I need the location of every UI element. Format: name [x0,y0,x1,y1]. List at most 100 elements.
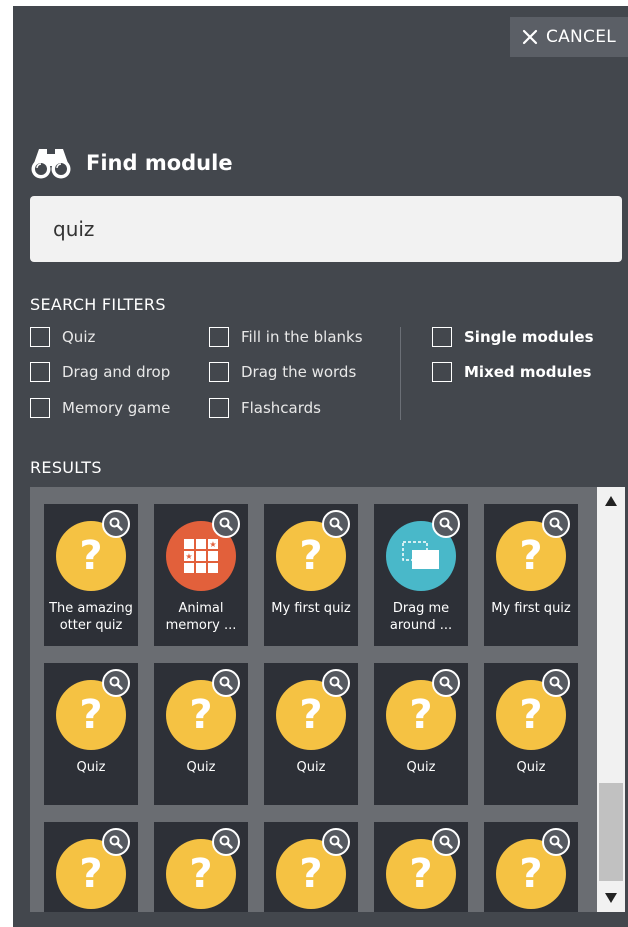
preview-button[interactable] [542,669,570,697]
result-card[interactable]: Drag me around ... [374,504,468,646]
result-card[interactable]: ? [154,822,248,912]
search-filters-heading: SEARCH FILTERS [30,295,166,314]
checkbox[interactable] [209,327,229,347]
triangle-down-icon [605,893,617,903]
magnifier-icon [109,676,123,690]
magnifier-icon [549,835,563,849]
scroll-thumb[interactable] [599,783,623,881]
question-mark-icon: ? [299,533,323,579]
magnifier-icon [439,835,453,849]
scroll-up-button[interactable] [597,487,625,515]
result-title: Quiz [186,760,216,775]
preview-button[interactable] [212,510,240,538]
filter-label: Fill in the blanks [241,328,363,346]
magnifier-icon [439,676,453,690]
preview-button[interactable] [542,828,570,856]
page-title: Find module [30,146,233,180]
triangle-up-icon [605,496,617,506]
magnifier-icon [549,676,563,690]
scrollbar[interactable] [597,487,625,912]
preview-button[interactable] [432,510,460,538]
result-card[interactable]: ? Quiz [374,663,468,805]
memory-grid-icon: ★★ [184,539,218,573]
filter-fill-in-the-blanks[interactable]: Fill in the blanks [209,327,363,347]
filter-label: Drag the words [241,363,357,381]
preview-button[interactable] [542,510,570,538]
magnifier-icon [219,835,233,849]
drag-and-drop-icon [402,541,439,569]
question-mark-icon: ? [189,851,213,897]
results-list: ? The amazing otter quiz ★ ★ Animal memory .… [30,487,625,912]
filter-flashcards[interactable]: Flashcards [209,398,321,418]
filter-drag-and-drop[interactable]: Drag and drop [30,362,170,382]
filter-label: Memory game [62,399,171,417]
cancel-button[interactable]: CANCEL [510,17,628,57]
magnifier-icon [109,835,123,849]
result-card[interactable]: ? [264,822,358,912]
find-module-panel: CANCEL Find module SEARCH FILTERS Quiz D… [13,6,628,927]
filter-label: Drag and drop [62,363,171,381]
scroll-down-button[interactable] [597,884,625,912]
magnifier-icon [109,517,123,531]
search-input[interactable] [53,217,593,241]
magnifier-icon [329,517,343,531]
preview-button[interactable] [322,669,350,697]
filter-single-modules[interactable]: Single modules [432,327,594,347]
result-title: Quiz [406,760,436,775]
preview-button[interactable] [212,828,240,856]
checkbox[interactable] [432,327,452,347]
result-card[interactable]: ? The amazing otter quiz [44,504,138,646]
question-mark-icon: ? [79,851,103,897]
magnifier-icon [549,517,563,531]
preview-button[interactable] [102,510,130,538]
result-card[interactable]: ? My first quiz [264,504,358,646]
checkbox[interactable] [30,362,50,382]
result-card[interactable]: ? My first quiz [484,504,578,646]
search-box[interactable] [30,196,622,262]
checkbox[interactable] [30,398,50,418]
filter-quiz[interactable]: Quiz [30,327,95,347]
magnifier-icon [219,676,233,690]
question-mark-icon: ? [409,851,433,897]
question-mark-icon: ? [409,692,433,738]
question-mark-icon: ? [519,533,543,579]
result-title: Drag me around ... [389,601,453,633]
svg-text:★: ★ [185,552,192,561]
magnifier-icon [329,676,343,690]
result-card[interactable]: ? [374,822,468,912]
preview-button[interactable] [322,828,350,856]
result-title: Animal memory ... [165,601,237,633]
question-mark-icon: ? [189,692,213,738]
preview-button[interactable] [322,510,350,538]
result-title: Quiz [516,760,546,775]
results-heading: RESULTS [30,458,102,477]
result-card[interactable]: ? Quiz [154,663,248,805]
preview-button[interactable] [432,669,460,697]
binoculars-icon [31,149,71,179]
preview-button[interactable] [102,669,130,697]
preview-button[interactable] [212,669,240,697]
filter-memory-game[interactable]: Memory game [30,398,170,418]
result-card[interactable]: ? [44,822,138,912]
question-mark-icon: ? [79,692,103,738]
question-mark-icon: ? [519,851,543,897]
filter-mixed-modules[interactable]: Mixed modules [432,362,591,382]
preview-button[interactable] [432,828,460,856]
filter-drag-the-words[interactable]: Drag the words [209,362,356,382]
result-card[interactable]: ★ ★ Animal memory ... [154,504,248,646]
result-card[interactable]: ? Quiz [484,663,578,805]
result-card[interactable]: ? [484,822,578,912]
result-title: Quiz [76,760,106,775]
question-mark-icon: ? [79,533,103,579]
result-card[interactable]: ? Quiz [264,663,358,805]
cancel-label: CANCEL [545,27,617,47]
checkbox[interactable] [209,398,229,418]
result-title: The amazing otter quiz [49,601,133,633]
checkbox[interactable] [30,327,50,347]
result-card[interactable]: ? Quiz [44,663,138,805]
preview-button[interactable] [102,828,130,856]
checkbox[interactable] [432,362,452,382]
close-icon [522,29,538,45]
checkbox[interactable] [209,362,229,382]
svg-text:★: ★ [209,540,216,549]
